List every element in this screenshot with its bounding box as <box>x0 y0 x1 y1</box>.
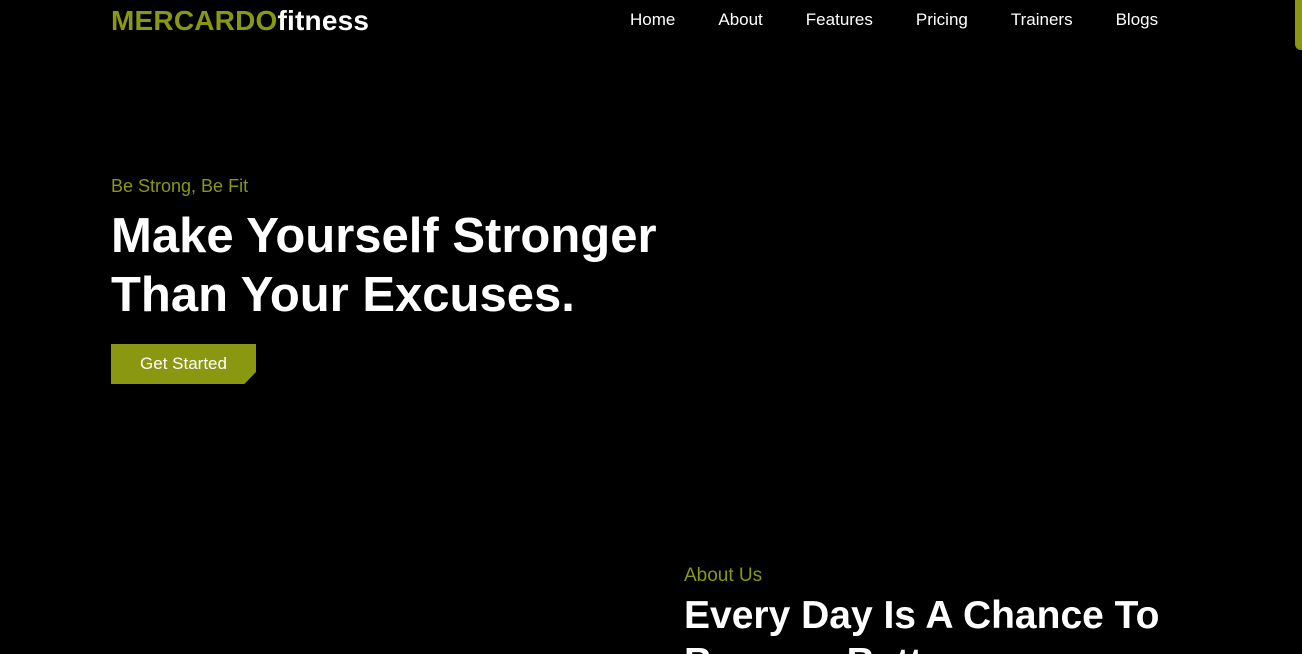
nav-link-pricing[interactable]: Pricing <box>916 10 968 30</box>
logo-rest-text: fitness <box>277 5 370 36</box>
hero-tagline: Be Strong, Be Fit <box>111 176 249 196</box>
nav-link-about[interactable]: About <box>718 10 762 30</box>
nav-link-trainers[interactable]: Trainers <box>1011 10 1073 30</box>
nav-link-blogs[interactable]: Blogs <box>1116 10 1159 30</box>
nav-link-features[interactable]: Features <box>806 10 873 30</box>
hero-title: Make Yourself Stronger Than Your Excuses… <box>111 207 731 325</box>
hero-title-line-1: Make Yourself Stronger <box>111 209 657 263</box>
get-started-button[interactable]: Get Started <box>111 344 256 384</box>
scrollbar-thumb[interactable] <box>1295 0 1302 50</box>
nav-link-home[interactable]: Home <box>630 10 675 30</box>
logo-accent-text: MERCARDO <box>111 5 278 36</box>
hero-title-line-2: Than Your Excuses. <box>111 268 575 322</box>
main-nav: Home About Features Pricing Trainers Blo… <box>630 10 1158 30</box>
page: MERCARDOfitness Home About Features Pric… <box>0 0 1302 654</box>
about-title: Every Day Is A Chance To Become Better <box>684 594 1160 654</box>
about-tagline: About Us <box>684 565 763 586</box>
site-logo[interactable]: MERCARDOfitness <box>111 5 369 37</box>
